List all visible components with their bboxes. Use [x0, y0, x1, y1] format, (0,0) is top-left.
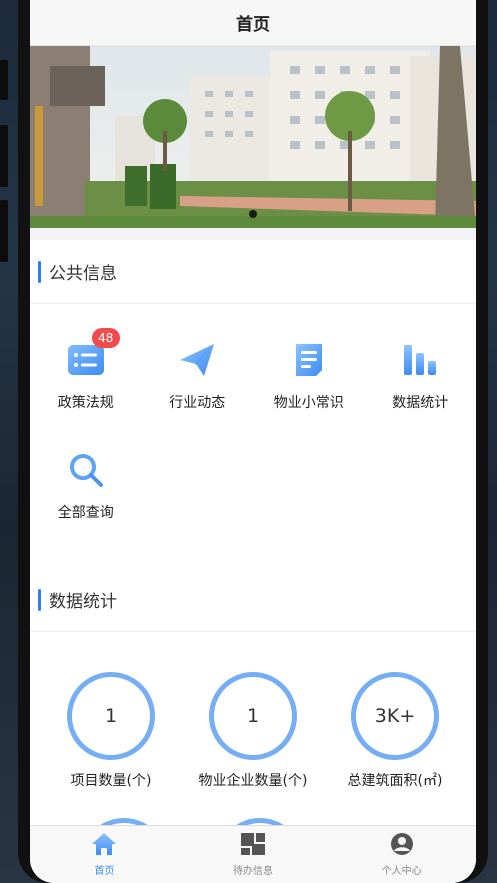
public-info-grid: 48 政策法规 行业动态 物业小常识 数据统计 全部查询 [30, 304, 476, 548]
stats-row: 1 项目数量(个) 1 物业企业数量(个) 3K+ 总建筑面积(㎡) [30, 632, 476, 790]
stat-project-count[interactable]: 1 项目数量(个) [41, 672, 181, 790]
stat-value: 3K+ [374, 705, 416, 727]
list-card-icon [67, 343, 105, 381]
grid-item-label: 物业小常识 [273, 395, 344, 411]
phone-side-button [0, 200, 8, 262]
grid-item-label: 行业动态 [169, 395, 226, 411]
stat-ring: 1 [209, 672, 297, 760]
tab-label: 待办信息 [233, 866, 273, 877]
section-gap [30, 548, 476, 568]
grid-item-policy[interactable]: 48 政策法规 [30, 328, 142, 438]
banner-carousel[interactable] [30, 46, 476, 228]
bottom-tab-bar: 首页 待办信息 个人中心 [30, 825, 476, 883]
stat-ring: 3K+ [351, 672, 439, 760]
section-accent-bar [38, 260, 41, 283]
tab-todo[interactable]: 待办信息 [179, 826, 328, 883]
stat-ring: 1 [67, 672, 155, 760]
stat-value: 1 [104, 705, 118, 727]
home-icon [91, 832, 117, 860]
stat-label: 项目数量(个) [70, 773, 152, 789]
stat-value: 1 [246, 705, 260, 727]
nav-bar: 首页 [30, 0, 476, 46]
tab-label: 个人中心 [381, 866, 422, 877]
tab-profile[interactable]: 个人中心 [327, 826, 476, 883]
app-screen: 首页 公共信息 48 政策法规 行业动态 物业小常识 数据统计 全部查询 数据统… [30, 0, 476, 883]
grid-icon [240, 832, 266, 860]
section-gap [30, 228, 476, 240]
section-title: 数据统计 [49, 592, 117, 612]
section-title: 公共信息 [49, 264, 117, 284]
phone-side-button [0, 60, 8, 100]
page-title: 首页 [236, 15, 270, 35]
grid-item-property-tips[interactable]: 物业小常识 [253, 328, 365, 438]
banner-image [30, 46, 476, 228]
grid-item-label: 数据统计 [392, 395, 449, 411]
paper-plane-icon [178, 342, 216, 382]
document-icon [293, 342, 325, 382]
carousel-indicator[interactable] [249, 210, 257, 218]
search-icon [68, 452, 104, 492]
notification-badge: 48 [91, 328, 120, 348]
section-accent-bar [38, 588, 41, 611]
bar-chart-icon [402, 343, 438, 381]
stat-company-count[interactable]: 1 物业企业数量(个) [183, 672, 323, 790]
stat-label: 物业企业数量(个) [198, 773, 308, 789]
public-info-header: 公共信息 [30, 240, 476, 304]
phone-side-button [0, 125, 8, 187]
grid-item-data-stats[interactable]: 数据统计 [365, 328, 477, 438]
grid-item-search-all[interactable]: 全部查询 [30, 438, 142, 548]
stat-building-area[interactable]: 3K+ 总建筑面积(㎡) [325, 672, 465, 790]
stat-label: 总建筑面积(㎡) [347, 773, 443, 789]
user-icon [389, 832, 415, 860]
grid-item-label: 政策法规 [57, 395, 114, 411]
tab-label: 首页 [94, 866, 115, 877]
data-stats-header: 数据统计 [30, 568, 476, 632]
grid-item-industry-news[interactable]: 行业动态 [142, 328, 254, 438]
grid-item-label: 全部查询 [57, 505, 114, 521]
tab-home[interactable]: 首页 [30, 826, 179, 883]
